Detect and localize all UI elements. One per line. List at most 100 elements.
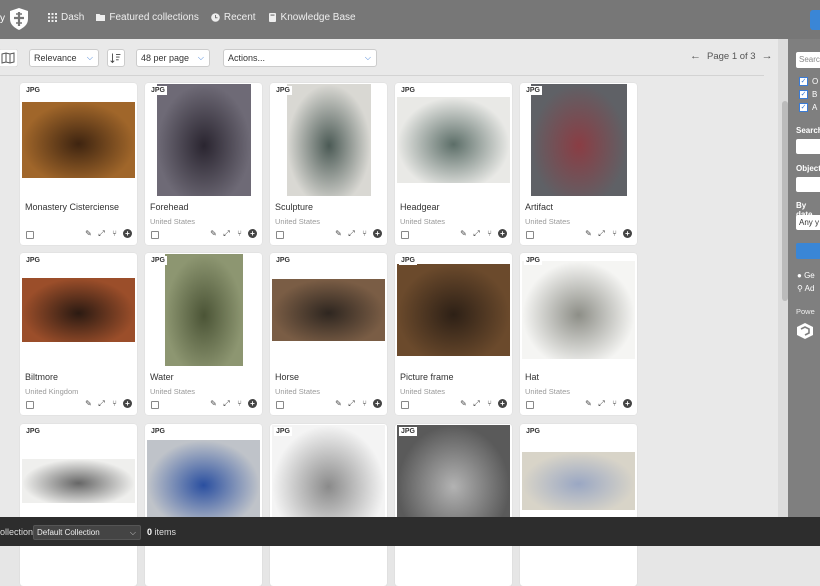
- simple-search-input[interactable]: Search: [796, 52, 820, 68]
- resource-card[interactable]: JPG Picture frame United States ✎ ⤢ ⑂ +: [395, 253, 512, 415]
- add-to-collection-icon[interactable]: +: [373, 399, 382, 408]
- resource-title[interactable]: Headgear: [400, 202, 440, 212]
- resource-thumbnail[interactable]: [156, 84, 251, 196]
- resource-thumbnail[interactable]: [147, 440, 260, 522]
- resource-thumbnail[interactable]: [530, 84, 627, 196]
- edit-pencil-icon[interactable]: ✎: [334, 229, 343, 239]
- add-to-collection-icon[interactable]: +: [623, 399, 632, 408]
- select-checkbox[interactable]: [26, 401, 34, 409]
- share-icon[interactable]: ⑂: [110, 229, 119, 239]
- resource-card[interactable]: JPG: [520, 424, 637, 586]
- select-checkbox[interactable]: [151, 231, 159, 239]
- share-icon[interactable]: ⑂: [360, 399, 369, 409]
- resource-title[interactable]: Water: [150, 372, 174, 382]
- edit-pencil-icon[interactable]: ✎: [584, 399, 593, 409]
- edit-pencil-icon[interactable]: ✎: [209, 399, 218, 409]
- resource-title[interactable]: Monastery Cisterciense: [25, 202, 119, 212]
- resource-thumbnail[interactable]: [397, 97, 510, 183]
- resource-thumbnail[interactable]: [22, 459, 135, 503]
- scrollbar-thumb[interactable]: [782, 101, 788, 301]
- nav-item-knowledge-base[interactable]: Knowledge Base: [268, 12, 356, 23]
- resource-thumbnail[interactable]: [397, 264, 510, 356]
- fullscreen-expand-icon[interactable]: ⤢: [597, 399, 606, 409]
- resource-card[interactable]: JPG: [145, 424, 262, 586]
- sort-select[interactable]: Relevance ⌵: [29, 49, 99, 67]
- select-checkbox[interactable]: [151, 401, 159, 409]
- advanced-search-link[interactable]: ⚲ Ad: [797, 284, 814, 293]
- edit-pencil-icon[interactable]: ✎: [584, 229, 593, 239]
- select-checkbox[interactable]: [401, 401, 409, 409]
- resource-title[interactable]: Forehead: [150, 202, 189, 212]
- edit-pencil-icon[interactable]: ✎: [84, 229, 93, 239]
- previous-page-arrow-icon[interactable]: ←: [690, 50, 701, 62]
- add-to-collection-icon[interactable]: +: [123, 229, 132, 238]
- actions-select[interactable]: Actions... ⌵: [223, 49, 377, 67]
- resource-title[interactable]: Horse: [275, 372, 299, 382]
- resource-card[interactable]: JPG Horse United States ✎ ⤢ ⑂ +: [270, 253, 387, 415]
- add-to-collection-icon[interactable]: +: [248, 399, 257, 408]
- resource-card[interactable]: JPG Artifact United States ✎ ⤢ ⑂ +: [520, 83, 637, 245]
- resource-card[interactable]: JPG: [270, 424, 387, 586]
- resource-thumbnail[interactable]: [272, 279, 385, 341]
- select-checkbox[interactable]: [401, 231, 409, 239]
- filter-checkbox[interactable]: ✓: [799, 77, 808, 86]
- fullscreen-expand-icon[interactable]: ⤢: [347, 229, 356, 239]
- resource-title[interactable]: Sculpture: [275, 202, 313, 212]
- resource-title[interactable]: Biltmore: [25, 372, 58, 382]
- edit-pencil-icon[interactable]: ✎: [459, 399, 468, 409]
- filter-checkbox[interactable]: ✓: [799, 90, 808, 99]
- fullscreen-expand-icon[interactable]: ⤢: [347, 399, 356, 409]
- share-icon[interactable]: ⑂: [360, 229, 369, 239]
- globe-link[interactable]: ● Ge: [797, 271, 815, 280]
- resource-thumbnail[interactable]: [164, 254, 243, 366]
- resource-title[interactable]: Artifact: [525, 202, 553, 212]
- add-to-collection-icon[interactable]: +: [248, 229, 257, 238]
- add-to-collection-icon[interactable]: +: [123, 399, 132, 408]
- resource-thumbnail[interactable]: [22, 278, 135, 342]
- resourcespace-logo-icon[interactable]: [796, 322, 814, 340]
- resource-card[interactable]: JPG Biltmore United Kingdom ✎ ⤢ ⑂ +: [20, 253, 137, 415]
- share-icon[interactable]: ⑂: [610, 229, 619, 239]
- resource-title[interactable]: Hat: [525, 372, 539, 382]
- collection-select[interactable]: Default Collection ⌵: [33, 525, 141, 540]
- add-to-collection-icon[interactable]: +: [623, 229, 632, 238]
- nav-item-featured-collections[interactable]: Featured collections: [96, 12, 199, 23]
- header-action-button[interactable]: [810, 10, 820, 30]
- fullscreen-expand-icon[interactable]: ⤢: [597, 229, 606, 239]
- share-icon[interactable]: ⑂: [235, 229, 244, 239]
- resource-card[interactable]: JPG Sculpture United States ✎ ⤢ ⑂ +: [270, 83, 387, 245]
- resource-thumbnail[interactable]: [522, 452, 635, 510]
- resource-title[interactable]: Picture frame: [400, 372, 454, 382]
- select-checkbox[interactable]: [276, 231, 284, 239]
- resource-thumbnail[interactable]: [286, 84, 371, 196]
- fullscreen-expand-icon[interactable]: ⤢: [97, 229, 106, 239]
- share-icon[interactable]: ⑂: [110, 399, 119, 409]
- shield-logo-icon[interactable]: [8, 7, 30, 31]
- share-icon[interactable]: ⑂: [485, 399, 494, 409]
- next-page-arrow-icon[interactable]: →: [762, 50, 773, 62]
- edit-pencil-icon[interactable]: ✎: [209, 229, 218, 239]
- share-icon[interactable]: ⑂: [610, 399, 619, 409]
- fullscreen-expand-icon[interactable]: ⤢: [97, 399, 106, 409]
- resource-card[interactable]: JPG Headgear United States ✎ ⤢ ⑂ +: [395, 83, 512, 245]
- fullscreen-expand-icon[interactable]: ⤢: [472, 229, 481, 239]
- select-checkbox[interactable]: [26, 231, 34, 239]
- edit-pencil-icon[interactable]: ✎: [84, 399, 93, 409]
- page-indicator[interactable]: Page 1 of 3: [707, 51, 756, 62]
- object-field-input[interactable]: [796, 177, 820, 192]
- date-filter-select[interactable]: Any y: [796, 215, 820, 230]
- nav-item-recent[interactable]: Recent: [211, 12, 256, 23]
- resource-card[interactable]: JPG: [395, 424, 512, 586]
- nav-item-dash[interactable]: Dash: [48, 12, 84, 23]
- add-to-collection-icon[interactable]: +: [498, 399, 507, 408]
- fullscreen-expand-icon[interactable]: ⤢: [222, 229, 231, 239]
- select-checkbox[interactable]: [526, 401, 534, 409]
- add-to-collection-icon[interactable]: +: [498, 229, 507, 238]
- per-page-select[interactable]: 48 per page ⌵: [136, 49, 210, 67]
- resource-thumbnail[interactable]: [22, 102, 135, 178]
- add-to-collection-icon[interactable]: +: [373, 229, 382, 238]
- resource-card[interactable]: JPG: [20, 424, 137, 586]
- fullscreen-expand-icon[interactable]: ⤢: [472, 399, 481, 409]
- filter-checkbox[interactable]: ✓: [799, 103, 808, 112]
- edit-pencil-icon[interactable]: ✎: [459, 229, 468, 239]
